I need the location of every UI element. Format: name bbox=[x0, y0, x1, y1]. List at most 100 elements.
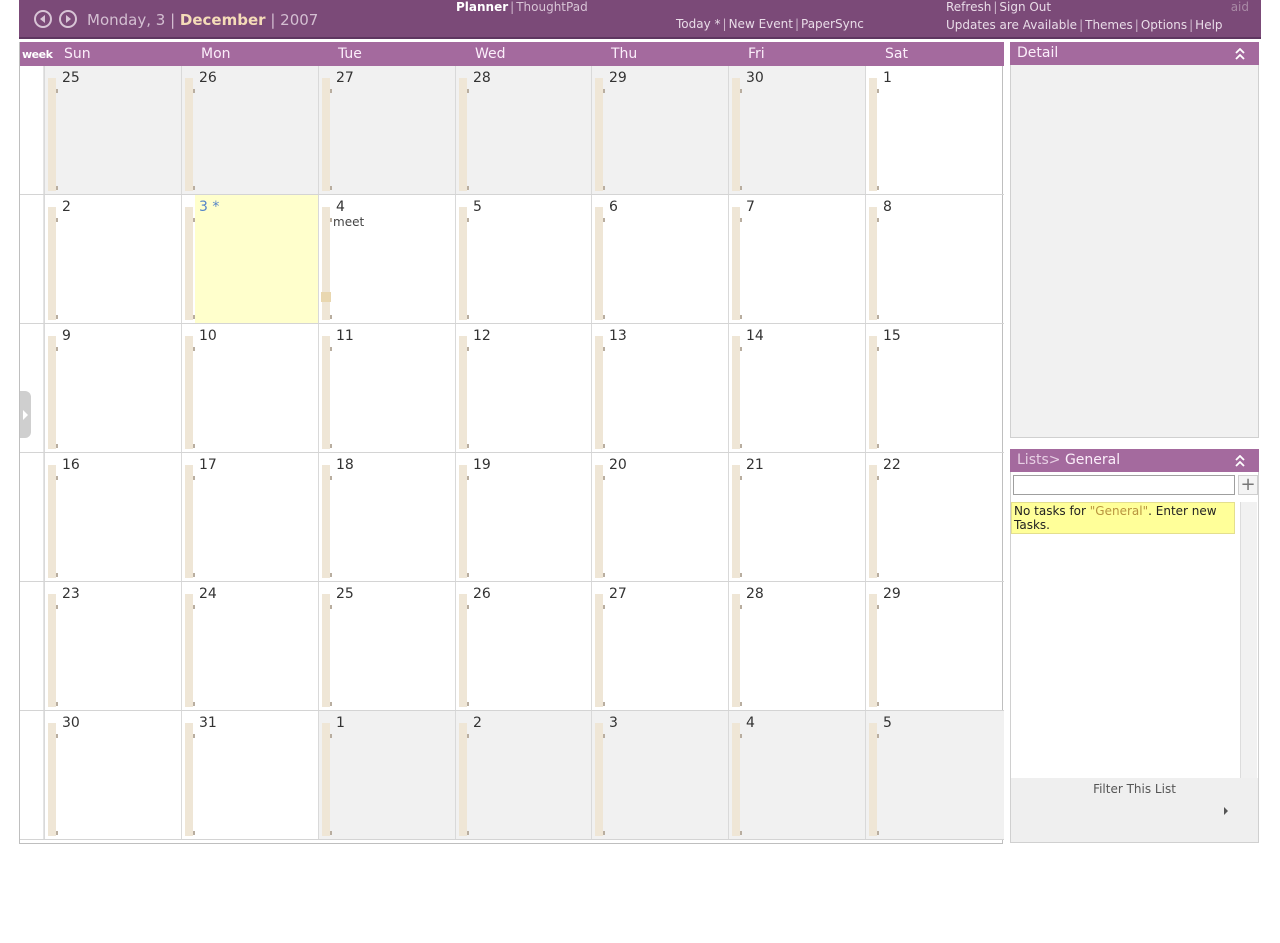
week-gutter[interactable] bbox=[20, 195, 44, 323]
day-number[interactable]: 30 bbox=[62, 715, 80, 731]
day-number[interactable]: 6 bbox=[609, 199, 618, 215]
day-number[interactable]: 28 bbox=[473, 70, 491, 86]
themes-link[interactable]: Themes bbox=[1085, 18, 1133, 32]
refresh-link[interactable]: Refresh bbox=[946, 0, 991, 14]
day-number[interactable]: 23 bbox=[62, 586, 80, 602]
day-number[interactable]: 27 bbox=[609, 586, 627, 602]
day-cell[interactable]: 24 bbox=[181, 582, 318, 710]
day-cell[interactable]: 10 bbox=[181, 324, 318, 452]
updates-link[interactable]: Updates are Available bbox=[946, 18, 1077, 32]
day-cell[interactable]: 8 bbox=[865, 195, 1004, 323]
sign-out-link[interactable]: Sign Out bbox=[999, 0, 1051, 14]
planner-tab[interactable]: Planner bbox=[456, 0, 508, 14]
day-cell[interactable]: 18 bbox=[318, 453, 455, 581]
day-number[interactable]: 12 bbox=[473, 328, 491, 344]
day-number[interactable]: 30 bbox=[746, 70, 764, 86]
day-number[interactable]: 25 bbox=[336, 586, 354, 602]
day-cell[interactable]: 14 bbox=[728, 324, 865, 452]
event-time-marker[interactable] bbox=[321, 292, 331, 302]
day-number[interactable]: 4 bbox=[336, 199, 345, 215]
day-number[interactable]: 19 bbox=[473, 457, 491, 473]
day-cell[interactable]: 25 bbox=[44, 66, 181, 194]
filter-expand-arrow-icon[interactable] bbox=[1224, 807, 1228, 815]
day-number[interactable]: 3 bbox=[609, 715, 618, 731]
day-number[interactable]: 14 bbox=[746, 328, 764, 344]
day-cell[interactable]: 4 bbox=[728, 711, 865, 839]
collapse-icon[interactable] bbox=[1235, 455, 1245, 467]
day-number[interactable]: 17 bbox=[199, 457, 217, 473]
add-task-button[interactable]: + bbox=[1238, 475, 1258, 495]
day-number[interactable]: 31 bbox=[199, 715, 217, 731]
day-cell[interactable]: 9 bbox=[44, 324, 181, 452]
day-cell[interactable]: 22 bbox=[865, 453, 1004, 581]
help-link[interactable]: Help bbox=[1195, 18, 1222, 32]
week-gutter[interactable] bbox=[20, 711, 44, 839]
day-cell[interactable]: 5 bbox=[455, 195, 591, 323]
today-link[interactable]: Today * bbox=[676, 17, 721, 31]
day-cell-today[interactable]: 3 * bbox=[181, 195, 318, 323]
day-cell[interactable]: 2 bbox=[455, 711, 591, 839]
day-number[interactable]: 11 bbox=[336, 328, 354, 344]
day-number[interactable]: 26 bbox=[199, 70, 217, 86]
day-cell[interactable]: 15 bbox=[865, 324, 1004, 452]
day-cell[interactable]: 13 bbox=[591, 324, 728, 452]
new-task-input[interactable] bbox=[1013, 475, 1235, 495]
options-link[interactable]: Options bbox=[1141, 18, 1187, 32]
day-number[interactable]: 1 bbox=[336, 715, 345, 731]
day-number[interactable]: 7 bbox=[746, 199, 755, 215]
day-cell[interactable]: 6 bbox=[591, 195, 728, 323]
day-number[interactable]: 9 bbox=[62, 328, 71, 344]
day-number[interactable]: 21 bbox=[746, 457, 764, 473]
day-cell[interactable]: 27 bbox=[591, 582, 728, 710]
current-year[interactable]: 2007 bbox=[280, 11, 318, 29]
day-cell[interactable]: 31 bbox=[181, 711, 318, 839]
day-cell[interactable]: 2 bbox=[44, 195, 181, 323]
day-number[interactable]: 1 bbox=[883, 70, 892, 86]
day-cell[interactable]: 3 bbox=[591, 711, 728, 839]
day-cell[interactable]: 4 meet bbox=[318, 195, 455, 323]
day-cell[interactable]: 21 bbox=[728, 453, 865, 581]
task-list-scrollbar[interactable] bbox=[1240, 502, 1257, 778]
papersync-link[interactable]: PaperSync bbox=[801, 17, 864, 31]
day-number[interactable]: 20 bbox=[609, 457, 627, 473]
day-number[interactable]: 24 bbox=[199, 586, 217, 602]
day-cell[interactable]: 29 bbox=[591, 66, 728, 194]
thoughtpad-tab[interactable]: ThoughtPad bbox=[516, 0, 587, 14]
next-day-button[interactable] bbox=[59, 10, 77, 28]
day-number[interactable]: 15 bbox=[883, 328, 901, 344]
day-cell[interactable]: 30 bbox=[44, 711, 181, 839]
day-number[interactable]: 2 bbox=[62, 199, 71, 215]
filter-list-button[interactable]: Filter This List bbox=[1011, 782, 1258, 796]
day-number[interactable]: 8 bbox=[883, 199, 892, 215]
week-view-toggle[interactable]: week bbox=[22, 48, 53, 61]
day-cell[interactable]: 1 bbox=[318, 711, 455, 839]
week-gutter[interactable] bbox=[20, 453, 44, 581]
day-number[interactable]: 18 bbox=[336, 457, 354, 473]
day-cell[interactable]: 26 bbox=[181, 66, 318, 194]
day-cell[interactable]: 26 bbox=[455, 582, 591, 710]
day-number[interactable]: 25 bbox=[62, 70, 80, 86]
day-cell[interactable]: 28 bbox=[455, 66, 591, 194]
calendar-event[interactable]: meet bbox=[333, 215, 364, 229]
day-number[interactable]: 5 bbox=[883, 715, 892, 731]
day-cell[interactable]: 20 bbox=[591, 453, 728, 581]
day-number[interactable]: 22 bbox=[883, 457, 901, 473]
day-cell[interactable]: 11 bbox=[318, 324, 455, 452]
current-month[interactable]: December bbox=[180, 11, 266, 29]
day-cell[interactable]: 5 bbox=[865, 711, 1004, 839]
day-cell[interactable]: 1 bbox=[865, 66, 1004, 194]
day-number[interactable]: 10 bbox=[199, 328, 217, 344]
day-cell[interactable]: 7 bbox=[728, 195, 865, 323]
new-event-link[interactable]: New Event bbox=[729, 17, 793, 31]
lists-breadcrumb[interactable]: Lists> bbox=[1017, 452, 1061, 468]
day-number[interactable]: 13 bbox=[609, 328, 627, 344]
day-cell[interactable]: 19 bbox=[455, 453, 591, 581]
day-number[interactable]: 5 bbox=[473, 199, 482, 215]
day-number[interactable]: 4 bbox=[746, 715, 755, 731]
day-cell[interactable]: 16 bbox=[44, 453, 181, 581]
day-number[interactable]: 26 bbox=[473, 586, 491, 602]
day-cell[interactable]: 29 bbox=[865, 582, 1004, 710]
day-number[interactable]: 3 * bbox=[199, 199, 219, 215]
day-number[interactable]: 16 bbox=[62, 457, 80, 473]
day-cell[interactable]: 30 bbox=[728, 66, 865, 194]
